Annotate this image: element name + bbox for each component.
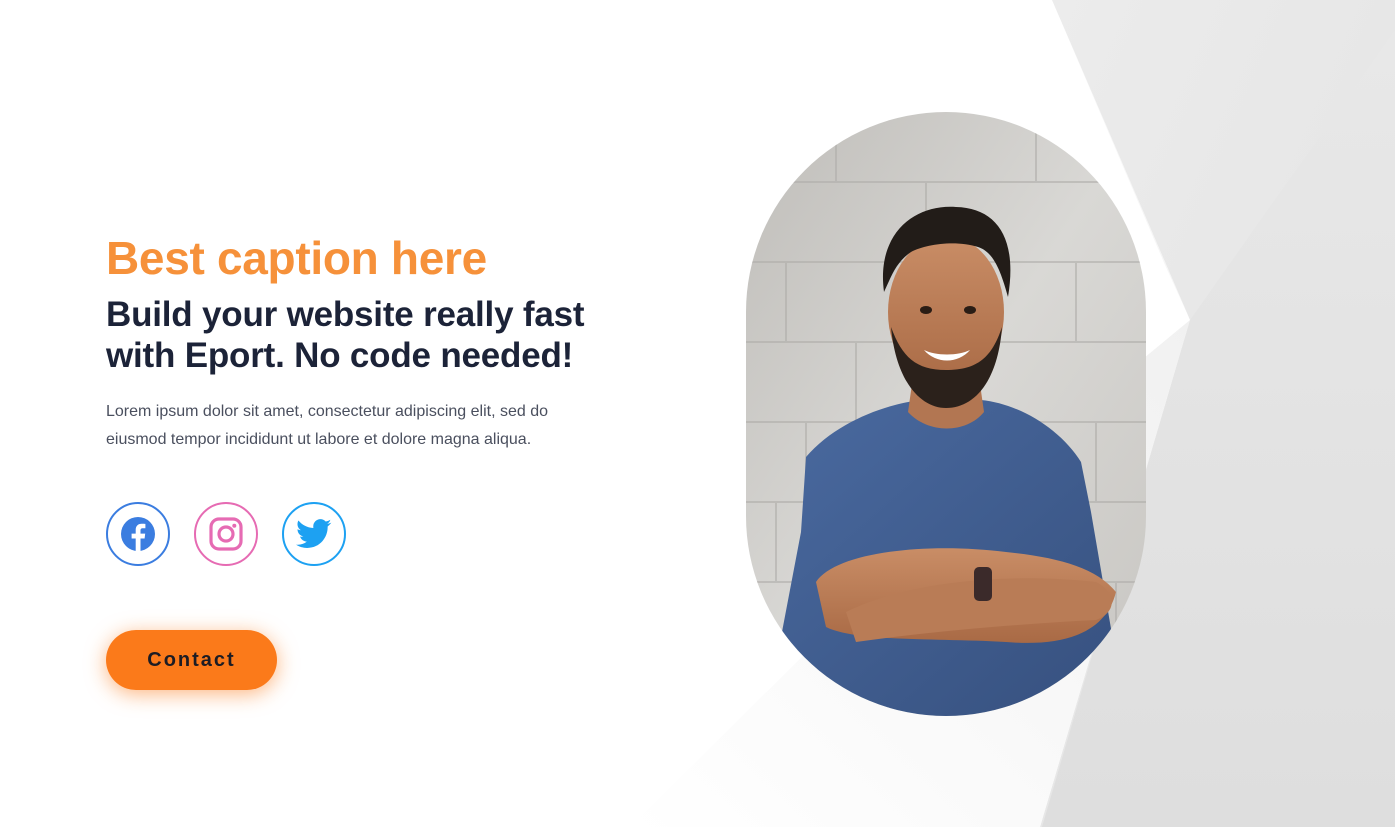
description-line-1: Lorem ipsum dolor sit amet, consectetur … <box>106 403 548 420</box>
hero-caption: Best caption here <box>106 232 487 284</box>
twitter-link[interactable] <box>282 502 346 566</box>
instagram-link[interactable] <box>194 502 258 566</box>
social-links <box>106 502 346 566</box>
facebook-link[interactable] <box>106 502 170 566</box>
facebook-icon <box>121 517 155 551</box>
hero-text-block: Best caption here Build your website rea… <box>106 230 666 454</box>
contact-button[interactable]: Contact <box>106 630 277 690</box>
instagram-icon <box>209 517 243 551</box>
hero-headline: Build your website really fast with Epor… <box>106 294 666 376</box>
description-line-2: eiusmod tempor incididunt ut labore et d… <box>106 431 532 448</box>
profile-photo <box>746 112 1146 716</box>
twitter-icon <box>296 519 332 548</box>
headline-line-2: with Eport. No code needed! <box>106 336 574 375</box>
headline-line-1: Build your website really fast <box>106 295 585 334</box>
portrait-illustration <box>746 112 1146 716</box>
hero-description: Lorem ipsum dolor sit amet, consectetur … <box>106 398 606 454</box>
hero-section: Best caption here Build your website rea… <box>0 0 1395 827</box>
